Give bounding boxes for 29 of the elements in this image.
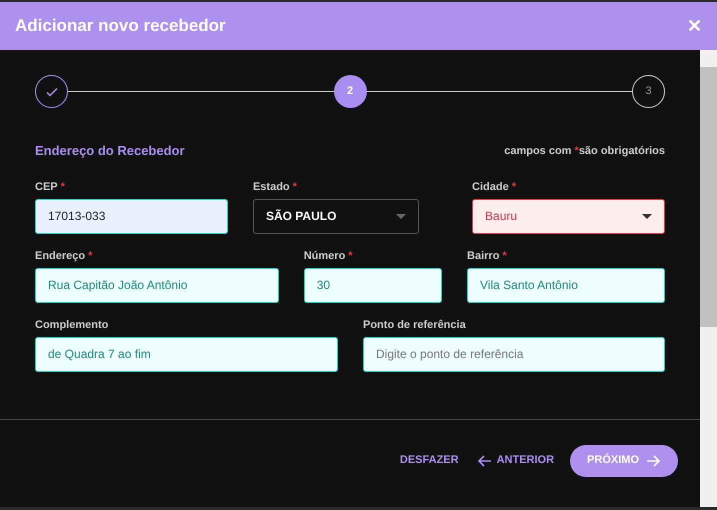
dropdown-field[interactable]: Bauru [472,198,665,234]
input-field[interactable]: 17013-033 [35,198,228,234]
previous-button[interactable]: ANTERIOR [476,452,554,469]
field-label: Endereço * [35,248,94,262]
caret-icon [396,214,406,218]
section-title: Endereço do Recebedor [35,142,185,160]
field-label: Complemento [35,318,110,330]
field-label: Número * [304,248,354,262]
step-indicator: 3 [632,75,665,108]
close-button[interactable]: ✕ [687,17,702,35]
input-field[interactable]: Rua Capitão João Antônio [35,268,279,302]
field-label: Ponto de referência [363,318,467,330]
field-label: Bairro * [467,248,508,262]
input-field[interactable]: 30 [304,268,442,302]
input-field[interactable]: de Quadra 7 ao fim [35,336,338,372]
field-label: Estado * [252,180,298,192]
next-button[interactable]: PRÓXIMO [570,444,678,476]
field-label: CEP * [35,180,66,192]
input-field[interactable]: Vila Santo Antônio [467,268,665,302]
required-fields-note: campos com *são obrigatórios [504,144,665,158]
dialog-title: Adicionar novo recebedor [15,15,226,38]
input-field[interactable]: Digite o ponto de referência [363,336,665,372]
field-label: Cidade * [472,180,518,192]
arrow-right-icon [645,452,661,468]
step-indicator: 2 [334,75,366,108]
caret-icon [642,214,652,218]
undo-button[interactable]: DESFAZER [400,452,459,469]
scrollbar[interactable] [700,50,717,507]
arrow-left-icon [476,452,493,468]
